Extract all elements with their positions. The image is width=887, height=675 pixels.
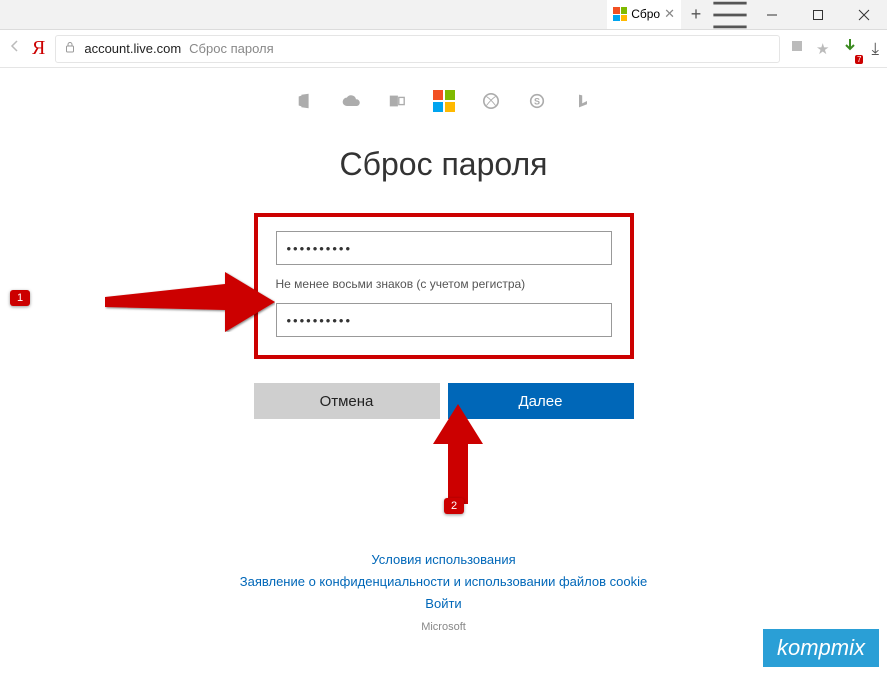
page-action-icon[interactable] <box>790 39 804 58</box>
password-form-highlight: Не менее восьми знаков (с учетом регистр… <box>254 213 634 359</box>
bing-icon[interactable] <box>573 91 593 111</box>
yandex-logo[interactable]: Я <box>32 37 45 60</box>
address-bar: Я account.live.com Сброс пароля ★ 7 ⤓ <box>0 30 887 68</box>
outlook-icon[interactable] <box>387 91 407 111</box>
nav-back-forward <box>8 39 22 58</box>
watermark: kompmix <box>763 629 879 667</box>
new-tab-button[interactable]: + <box>681 0 711 29</box>
tab-spacer <box>0 0 607 29</box>
onedrive-icon[interactable] <box>341 91 361 111</box>
browser-menu-button[interactable] <box>711 0 749 29</box>
skype-icon[interactable]: S <box>527 91 547 111</box>
annotation-callout-2: 2 <box>444 498 464 514</box>
download-manager-icon[interactable]: 7 <box>841 37 859 60</box>
url-input[interactable]: account.live.com Сброс пароля <box>55 35 780 63</box>
titlebar: Сбро ✕ + <box>0 0 887 30</box>
footer-link-privacy[interactable]: Заявление о конфиденциальности и использ… <box>0 571 887 593</box>
addr-actions: ★ 7 ⤓ <box>790 37 879 60</box>
browser-tab-active[interactable]: Сбро ✕ <box>607 0 681 29</box>
annotation-callout-1: 1 <box>10 290 30 306</box>
xbox-icon[interactable] <box>481 91 501 111</box>
footer-link-terms[interactable]: Условия использования <box>0 549 887 571</box>
footer: Условия использования Заявление о конфид… <box>0 549 887 633</box>
bookmark-icon[interactable]: ★ <box>816 40 829 58</box>
new-password-input[interactable] <box>276 231 612 265</box>
annotation-arrow-1 <box>105 272 275 332</box>
window-close-button[interactable] <box>841 0 887 29</box>
url-title: Сброс пароля <box>189 41 273 56</box>
office-icon[interactable] <box>295 91 315 111</box>
window-maximize-button[interactable] <box>795 0 841 29</box>
lock-icon <box>64 41 76 56</box>
url-host: account.live.com <box>84 41 181 56</box>
tab-close-icon[interactable]: ✕ <box>664 6 675 22</box>
tab-title: Сбро <box>631 7 660 21</box>
cancel-button[interactable]: Отмена <box>254 383 440 419</box>
confirm-password-input[interactable] <box>276 303 612 337</box>
window-controls <box>749 0 887 29</box>
svg-text:S: S <box>533 97 539 107</box>
password-hint: Не менее восьми знаков (с учетом регистр… <box>276 277 612 291</box>
downloads-arrow-icon[interactable]: ⤓ <box>871 39 879 59</box>
page-title: Сброс пароля <box>0 146 887 183</box>
tabstrip: Сбро ✕ + <box>0 0 711 29</box>
footer-link-signin[interactable]: Войти <box>0 593 887 615</box>
microsoft-logo-icon[interactable] <box>433 90 455 112</box>
footer-copyright: Microsoft <box>0 621 887 633</box>
microsoft-logo-icon <box>613 7 627 21</box>
download-badge: 7 <box>855 55 863 64</box>
annotation-arrow-2 <box>428 404 488 504</box>
nav-back-icon[interactable] <box>8 39 22 58</box>
page-content: S Сброс пароля Не менее восьми знаков (с… <box>0 68 887 633</box>
microsoft-services-row: S <box>0 90 887 112</box>
window-minimize-button[interactable] <box>749 0 795 29</box>
